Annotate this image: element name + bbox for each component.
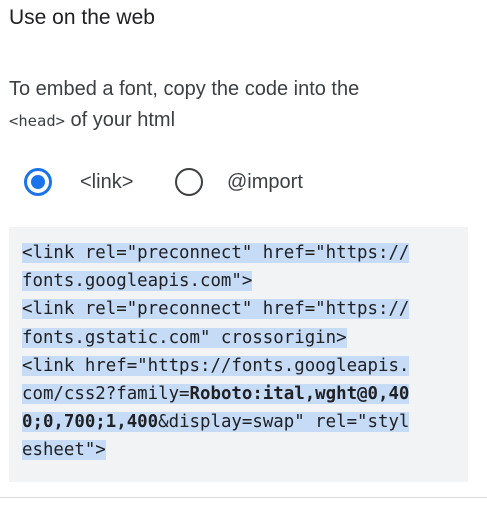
description-text: To embed a font, copy the code into the [9, 78, 360, 100]
code-family-params-cont: 0;0,700;1,400 [22, 412, 159, 433]
code-line: fonts.gstatic.com" crossorigin> [22, 327, 347, 348]
code-line: 0;0,700;1,400&display=swap" rel="styl [22, 412, 410, 433]
embed-description: To embed a font, copy the code into the <… [9, 74, 469, 137]
radio-unselected-icon[interactable] [175, 168, 203, 196]
radio-import-option[interactable]: @import [175, 160, 303, 204]
radio-link-label: <link> [80, 170, 134, 193]
code-line: esheet"> [22, 440, 106, 461]
code-line: <link rel="preconnect" href="https:// [22, 243, 410, 263]
code-line: <link rel="preconnect" href="https:// [22, 299, 410, 320]
head-tag-code: <head> [9, 112, 65, 130]
code-family-params: Roboto:ital,wght@0,40 [189, 384, 410, 405]
code-url-fragment: com/css2?family= [22, 384, 190, 405]
embed-code[interactable]: <link rel="preconnect" href="https:// fo… [22, 239, 456, 465]
embed-type-radio-group: <link> @import [0, 160, 487, 204]
embed-panel: Use on the web To embed a font, copy the… [0, 0, 487, 505]
section-title: Use on the web [9, 6, 155, 29]
code-display-param: &display=swap" rel="styl [158, 412, 410, 433]
divider [0, 497, 487, 498]
code-line: fonts.googleapis.com"> [22, 271, 253, 292]
code-line: com/css2?family=Roboto:ital,wght@0,40 [22, 384, 410, 405]
embed-code-block[interactable]: <link rel="preconnect" href="https:// fo… [9, 227, 468, 482]
radio-selected-icon[interactable] [24, 168, 52, 196]
radio-link-option[interactable]: <link> [24, 160, 133, 204]
description-suffix: of your html [65, 109, 176, 131]
code-line: <link href="https://fonts.googleapis. [22, 355, 410, 376]
radio-import-label: @import [227, 170, 303, 193]
